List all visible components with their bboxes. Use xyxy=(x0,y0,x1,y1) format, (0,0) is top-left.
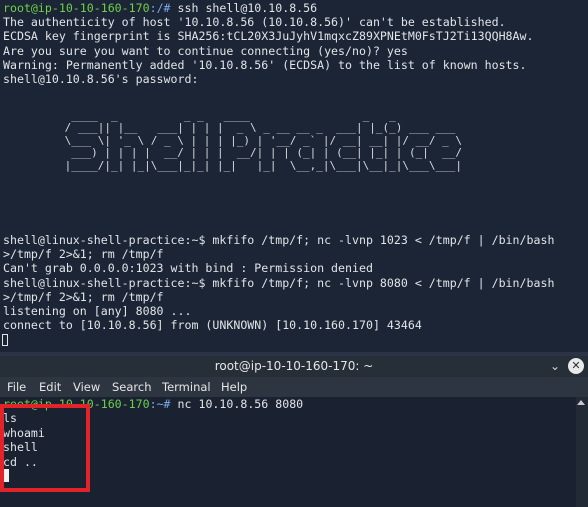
close-button[interactable]: ✕ xyxy=(568,358,584,374)
output-line: shell@10.10.8.56's password: xyxy=(3,71,199,86)
remote-shell-terminal[interactable]: root@ip-10-10-160-170:/# ssh shell@10.10… xyxy=(0,0,588,352)
prompt-path: :~# xyxy=(149,397,171,411)
output-line: Warning: Permanently added '10.10.8.56' … xyxy=(3,57,527,72)
output-line: The authenticity of host '10.10.8.56 (10… xyxy=(3,15,506,30)
window-titlebar[interactable]: root@ip-10-10-160-170: ~ ⌄ ✕ xyxy=(0,356,588,377)
ssh-session-output: root@ip-10-10-160-170:/# ssh shell@10.10… xyxy=(3,1,588,86)
ssh-command: ssh shell@10.10.8.56 xyxy=(170,1,318,15)
output-line: ECDSA key fingerprint is SHA256:tCL20X3J… xyxy=(3,29,534,44)
output-line: shell@linux-shell-practice:~$ mkfifo /tm… xyxy=(3,233,555,247)
menu-terminal[interactable]: Terminal xyxy=(162,380,211,394)
output-line: Can't grab 0.0.0.0:1023 with bind : Perm… xyxy=(3,261,373,276)
prompt-path: :/# xyxy=(149,1,171,15)
menu-search[interactable]: Search xyxy=(112,380,152,394)
output-line: >/tmp/f 2>&1; rm /tmp/f xyxy=(3,247,164,262)
menu-view[interactable]: View xyxy=(73,380,100,394)
scrollbar[interactable] xyxy=(576,397,588,507)
minimize-button[interactable]: ⌄ xyxy=(547,358,563,374)
output-line: Are you sure you want to continue connec… xyxy=(3,43,408,58)
menu-file[interactable]: File xyxy=(7,380,26,394)
ascii-banner: ____ _ _ _ ____ _ _ / ___|| |__ ___| | |… xyxy=(64,109,462,172)
menu-edit[interactable]: Edit xyxy=(39,380,61,394)
output-line: shell@linux-shell-practice:~$ mkfifo /tm… xyxy=(3,275,555,290)
shell-practice-output: shell@linux-shell-practice:~$ mkfifo /tm… xyxy=(3,233,588,332)
output-line: connect to [10.10.8.56] from (UNKNOWN) [… xyxy=(3,318,422,333)
highlight-annotation xyxy=(0,404,90,492)
nc-command: nc 10.10.8.56 8080 xyxy=(170,397,304,411)
scroll-up-arrow-icon[interactable] xyxy=(577,400,585,405)
window-title: root@ip-10-10-160-170: ~ xyxy=(214,359,374,373)
menu-help[interactable]: Help xyxy=(221,380,247,394)
menu-bar: File Edit View Search Terminal Help xyxy=(0,377,588,397)
prompt-user: root@ip-10-10-160-170 xyxy=(3,1,150,15)
output-line: >/tmp/f 2>&1; rm /tmp/f xyxy=(3,289,164,304)
ssh-command-line: root@ip-10-10-160-170:/# ssh shell@10.10… xyxy=(3,1,588,15)
output-line: listening on [any] 8080 ... xyxy=(3,303,192,318)
terminal-cursor xyxy=(2,334,8,346)
